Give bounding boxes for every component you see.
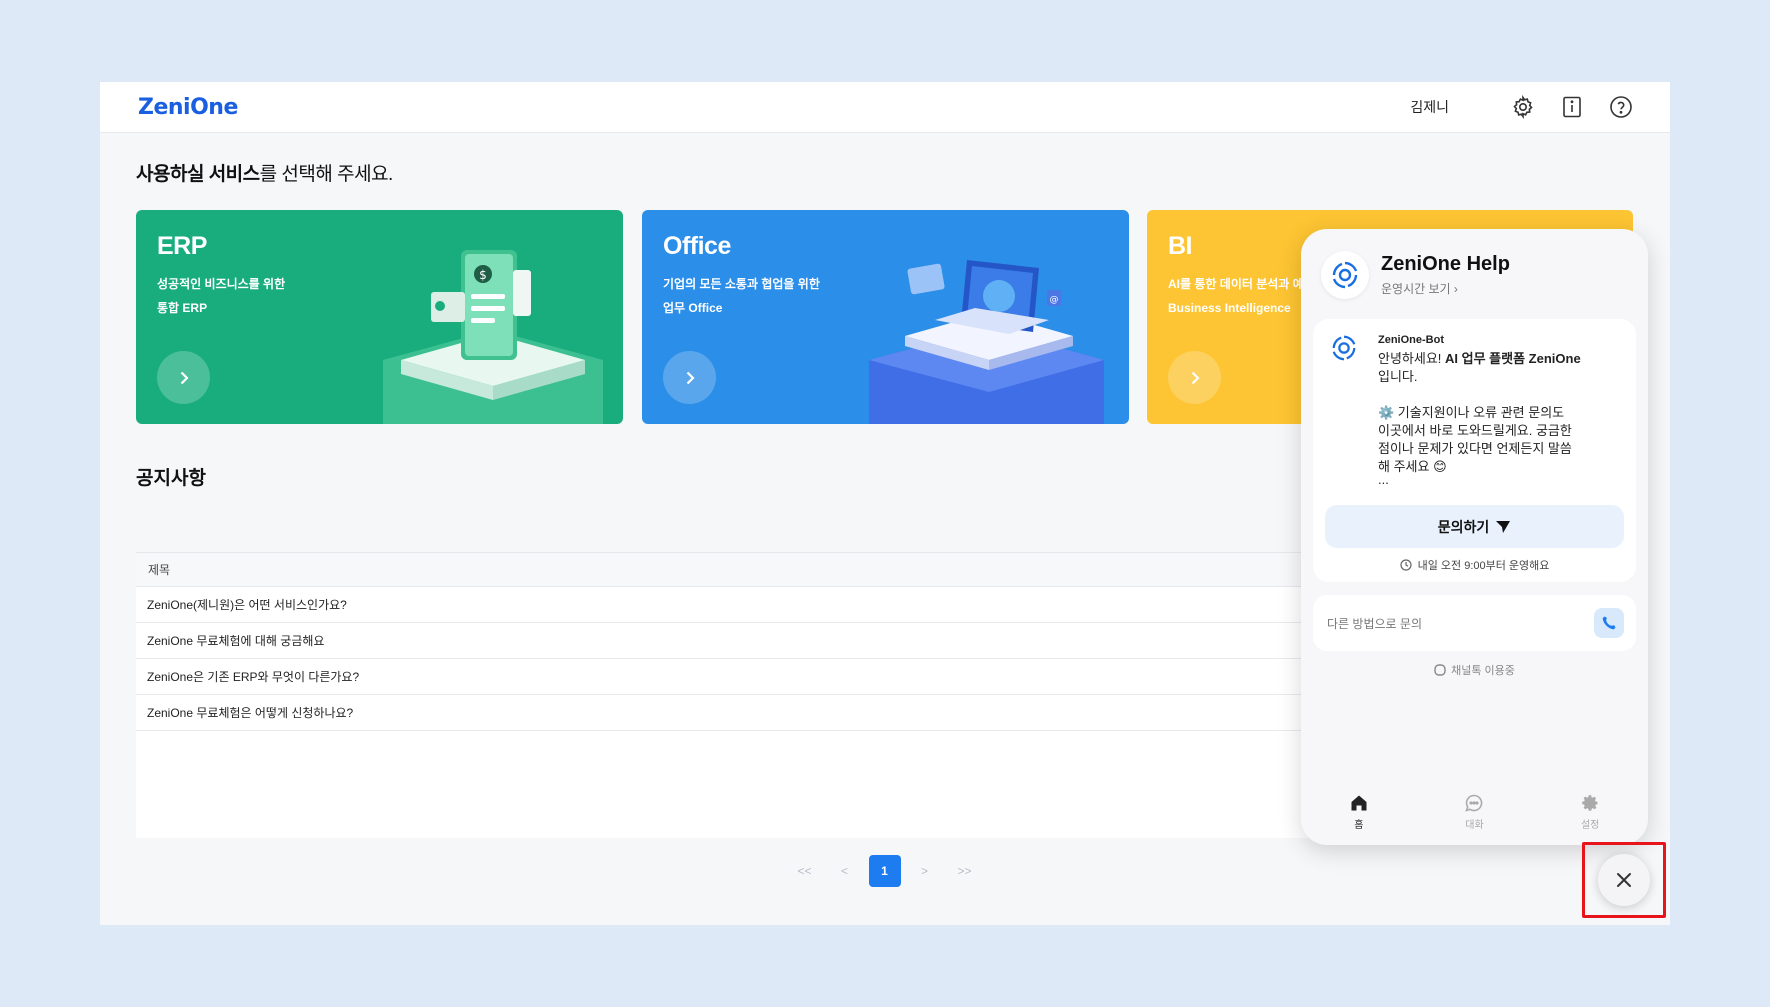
chat-header: ZeniOne Help 운영시간 보기 ›: [1321, 251, 1510, 299]
operating-hours-link[interactable]: 운영시간 보기 ›: [1381, 280, 1510, 297]
main-content: 사용하실 서비스를 선택해 주세요. ERP 성공적인 비즈니스를 위한 통합 E…: [136, 133, 1634, 887]
page-first-button[interactable]: <<: [789, 855, 821, 887]
close-highlight: [1582, 842, 1666, 918]
bot-name: ZeniOne-Bot: [1378, 334, 1444, 346]
card-desc: 성공적인 비즈니스를 위한 통합 ERP: [157, 277, 286, 315]
top-bar: ZeniOne 김제니: [100, 82, 1670, 133]
pagination: << < 1 > >>: [136, 855, 1633, 887]
notice-title: 공지사항: [136, 468, 206, 489]
send-icon: [1496, 520, 1511, 533]
service-card-office[interactable]: Office 기업의 모든 소통과 협업을 위한 업무 Office @: [642, 210, 1129, 424]
info-icon[interactable]: [1559, 94, 1585, 120]
page-last-button[interactable]: >>: [949, 855, 981, 887]
card-title: Office: [663, 232, 731, 260]
channeltalk-icon: [1434, 664, 1446, 676]
page-prev-button[interactable]: <: [829, 855, 861, 887]
card-title: BI: [1168, 232, 1193, 260]
ask-button[interactable]: 문의하기: [1325, 505, 1624, 548]
nav-settings[interactable]: 설정: [1560, 793, 1620, 831]
gear-icon[interactable]: [1510, 94, 1536, 120]
chevron-right-icon[interactable]: [157, 351, 210, 404]
page-title: 사용하실 서비스를 선택해 주세요.: [136, 164, 393, 185]
username[interactable]: 김제니: [1410, 97, 1449, 117]
top-bar-actions: 김제니: [1410, 94, 1634, 120]
service-card-erp[interactable]: ERP 성공적인 비즈니스를 위한 통합 ERP $: [136, 210, 623, 424]
clock-icon: [1400, 559, 1412, 571]
zenione-logo-icon: [1321, 251, 1369, 299]
svg-text:@: @: [1050, 295, 1059, 305]
close-icon: [1617, 873, 1631, 887]
chat-title: ZeniOne Help: [1381, 253, 1510, 275]
help-chat-widget: ZeniOne Help 운영시간 보기 › ZeniOne-Bot 안녕하세요…: [1301, 229, 1648, 845]
bot-message-card: ZeniOne-Bot 안녕하세요! AI 업무 플랫폼 ZeniOne 입니다.…: [1313, 319, 1636, 582]
page-number-button[interactable]: 1: [868, 855, 901, 887]
alt-contact-label: 다른 방법으로 문의: [1327, 616, 1422, 631]
chat-bubble-icon: [1465, 794, 1483, 812]
chat-bottom-nav: 홈 대화 설정: [1301, 785, 1648, 845]
logo[interactable]: ZeniOne: [138, 95, 238, 120]
gear-icon: [1582, 795, 1598, 811]
nav-chat[interactable]: 대화: [1444, 793, 1504, 831]
chevron-right-icon[interactable]: [1168, 351, 1221, 404]
alt-contact-button[interactable]: 다른 방법으로 문의: [1313, 595, 1636, 651]
hours-notice: 내일 오전 9:00부터 운영해요: [1313, 557, 1636, 573]
bot-message: 안녕하세요! AI 업무 플랫폼 ZeniOne 입니다. ⚙️ 기술지원이나 오…: [1378, 351, 1581, 487]
svg-text:$: $: [479, 268, 487, 282]
close-chat-button[interactable]: [1598, 854, 1650, 906]
office-illustration-icon: @: [869, 260, 1104, 424]
phone-icon[interactable]: [1594, 608, 1624, 638]
chevron-right-icon[interactable]: [663, 351, 716, 404]
channel-talk-badge: 채널톡 이용중: [1301, 662, 1648, 678]
bot-avatar-icon: [1332, 335, 1356, 361]
erp-illustration-icon: $: [383, 250, 603, 424]
card-title: ERP: [157, 232, 207, 260]
page-next-button[interactable]: >: [909, 855, 941, 887]
nav-home[interactable]: 홈: [1329, 793, 1389, 831]
help-icon[interactable]: [1608, 94, 1634, 120]
home-icon: [1351, 795, 1367, 811]
